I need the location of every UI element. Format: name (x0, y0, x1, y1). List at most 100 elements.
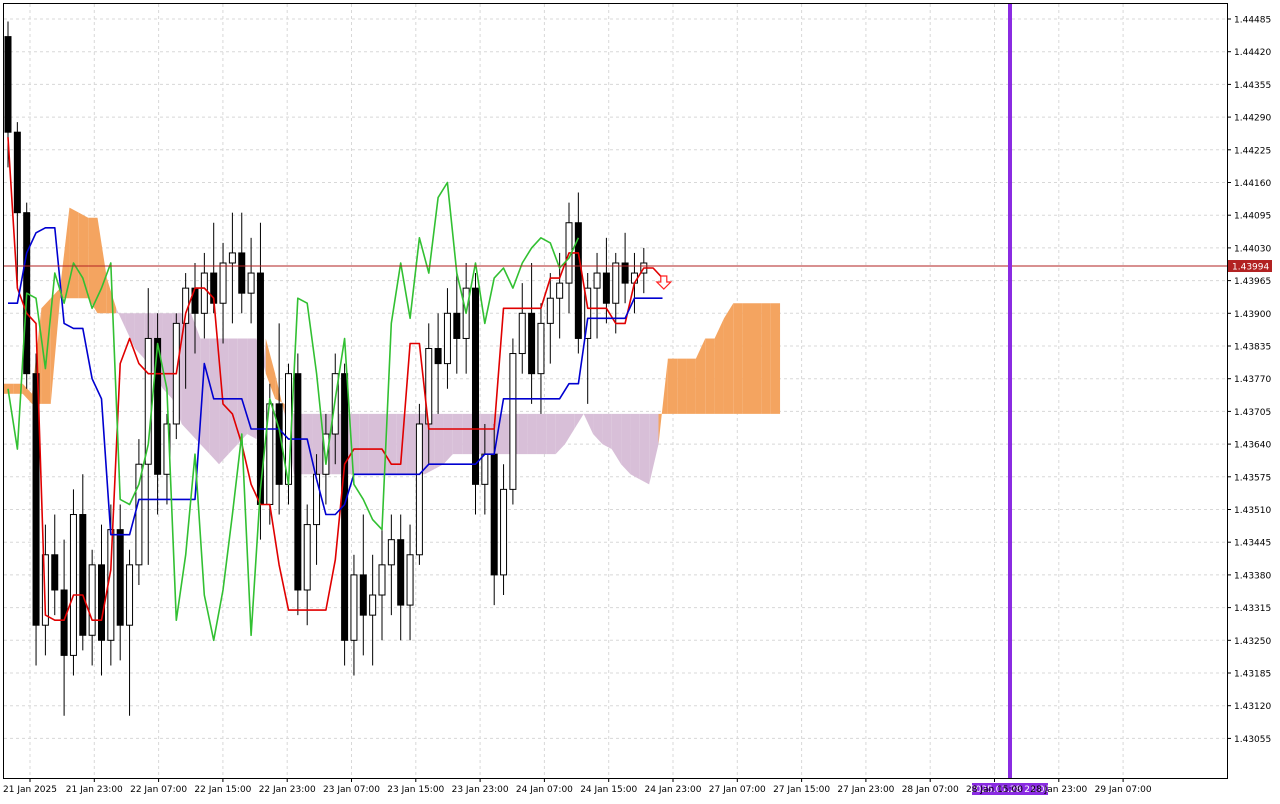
candle-body (369, 594, 377, 616)
kumo-segment (480, 413, 491, 455)
ichimoku-chart[interactable]: 1.439942025.01.28 21:00 1.444851.444201.… (0, 0, 1280, 800)
kumo-segment (536, 413, 547, 455)
kumo-segment (209, 338, 220, 465)
candle (509, 338, 517, 505)
kumo-segment (228, 338, 238, 455)
x-tick-label: 22 Jan 23:00 (259, 785, 316, 795)
current-price-label: 1.43994 (1232, 263, 1269, 273)
x-tick-label: 27 Jan 07:00 (709, 785, 766, 795)
kumo-segment (387, 413, 397, 475)
y-tick-label: 1.44290 (1234, 114, 1271, 124)
y-tick-label: 1.43445 (1234, 539, 1271, 549)
kumo-segment (219, 338, 229, 465)
candle-body (98, 564, 105, 641)
candle-body (537, 322, 545, 375)
y-tick-label: 1.43835 (1234, 343, 1271, 353)
y-tick-label: 1.44420 (1234, 48, 1271, 58)
x-tick-label: 23 Jan 23:00 (452, 785, 509, 795)
y-tick-label: 1.44225 (1234, 146, 1271, 156)
candle-body (612, 262, 620, 304)
candle-body (238, 252, 246, 294)
kumo-segment (162, 313, 173, 399)
candle-body (546, 297, 554, 324)
candle-body (126, 564, 134, 626)
kumo-segment (667, 358, 678, 414)
kumo-segment (770, 303, 781, 414)
kumo-segment (368, 413, 378, 475)
x-tick-label: 22 Jan 15:00 (194, 785, 251, 795)
kumo-segment (621, 413, 631, 475)
candle-body (219, 262, 227, 304)
candle (472, 273, 479, 515)
kumo-segment (499, 413, 509, 455)
kumo-segment (752, 303, 762, 414)
candle-body (518, 312, 526, 355)
candle-body (481, 453, 489, 485)
candle-body (51, 554, 59, 591)
kumo-segment (237, 338, 248, 445)
candle-body (397, 539, 405, 606)
y-tick-label: 1.43315 (1234, 604, 1271, 614)
candle-body (500, 488, 508, 576)
kumo-segment (723, 303, 734, 414)
candle-body (574, 222, 582, 339)
candle-body (359, 574, 367, 616)
candle-body (406, 554, 414, 606)
y-tick-label: 1.44095 (1234, 212, 1271, 222)
y-tick-label: 1.44160 (1234, 179, 1271, 189)
y-tick-label: 1.43185 (1234, 670, 1271, 680)
kumo-segment (434, 413, 444, 470)
kumo-segment (527, 413, 537, 455)
y-tick-label: 1.43965 (1234, 277, 1271, 287)
x-tick-label: 24 Jan 23:00 (645, 785, 702, 795)
candle-body (247, 272, 255, 294)
kumo-segment (78, 212, 89, 299)
y-tick-label: 1.43705 (1234, 408, 1271, 418)
y-tick-label: 1.43770 (1234, 375, 1271, 385)
kumo-segment (602, 413, 612, 450)
candle-body (415, 423, 423, 556)
candle-body (13, 131, 21, 214)
x-tick-label: 24 Jan 07:00 (516, 785, 573, 795)
kumo-segment (705, 338, 715, 414)
y-tick-label: 1.43120 (1234, 702, 1271, 712)
kumo-segment (452, 413, 463, 455)
y-tick-label: 1.43055 (1234, 735, 1271, 745)
candle-body (135, 463, 143, 566)
x-tick-label: 27 Jan 23:00 (837, 785, 894, 795)
x-tick-label: 21 Jan 2025 (3, 785, 57, 795)
candle-body (60, 589, 68, 656)
x-tick-label: 29 Jan 07:00 (1095, 785, 1152, 795)
x-tick-label: 28 Jan 15:00 (966, 785, 1023, 795)
x-tick-label: 22 Jan 07:00 (130, 785, 187, 795)
y-tick-label: 1.43575 (1234, 473, 1271, 483)
y-tick-label: 1.43640 (1234, 441, 1271, 451)
y-tick-label: 1.43250 (1234, 637, 1271, 647)
kumo-segment (518, 413, 528, 455)
y-tick-label: 1.43900 (1234, 310, 1271, 320)
candle-body (593, 272, 601, 289)
y-tick-label: 1.44030 (1234, 244, 1271, 254)
y-tick-label: 1.44485 (1234, 16, 1271, 26)
candle (69, 489, 77, 676)
candle-body (472, 287, 479, 485)
chart-root[interactable]: 1.43994 2025.01.28 21:00 1.44485 1.44420 1.… (0, 0, 1280, 800)
candle-body (69, 514, 77, 656)
candle-body (294, 373, 302, 591)
candle-body (116, 529, 124, 626)
candle-body (303, 524, 311, 591)
x-tick-label: 28 Jan 23:00 (1030, 785, 1087, 795)
candle-body (378, 564, 386, 596)
candle-body (228, 252, 236, 264)
x-tick-label: 28 Jan 07:00 (902, 785, 959, 795)
y-tick-label: 1.43380 (1234, 571, 1271, 581)
candle-body (200, 272, 208, 314)
x-tick-label: 23 Jan 15:00 (387, 785, 444, 795)
candle (172, 313, 180, 440)
x-tick-label: 27 Jan 15:00 (773, 785, 830, 795)
kumo-segment (639, 413, 650, 485)
kumo-segment (546, 413, 556, 455)
y-tick-label: 1.43510 (1234, 506, 1271, 516)
kumo-segment (677, 358, 687, 414)
x-tick-label: 21 Jan 23:00 (66, 785, 123, 795)
